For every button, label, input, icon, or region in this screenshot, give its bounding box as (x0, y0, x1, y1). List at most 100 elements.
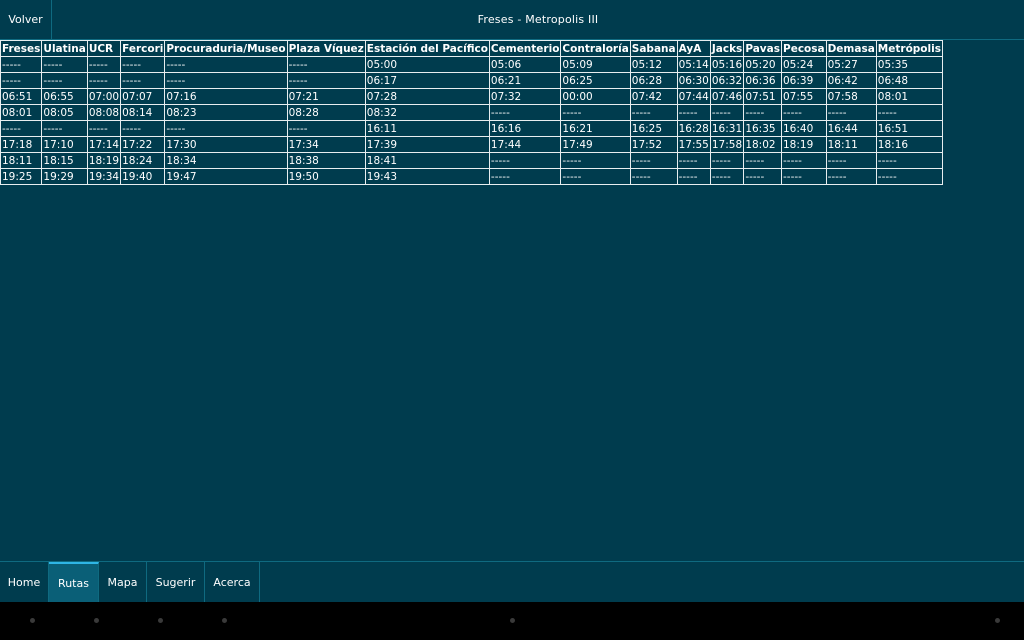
system-dot-icon (94, 618, 99, 623)
table-cell: ----- (629, 168, 678, 185)
table-cell: ----- (286, 120, 366, 137)
table-cell: ----- (120, 120, 166, 137)
table-cell: ----- (676, 168, 711, 185)
table-cell: 07:16 (164, 88, 288, 105)
table-cell: 16:44 (825, 120, 877, 137)
table-cell: 06:55 (41, 88, 88, 105)
tab-acerca[interactable]: Acerca (205, 562, 260, 602)
table-cell: 06:32 (709, 72, 745, 89)
table-cell: 07:44 (676, 88, 711, 105)
table-cell: 16:28 (676, 120, 711, 137)
table-cell: ----- (0, 72, 43, 89)
table-cell: 17:52 (629, 136, 678, 153)
table-cell: 06:28 (629, 72, 678, 89)
table-cell: 05:24 (781, 56, 827, 73)
table-cell: ----- (488, 152, 562, 169)
column-header: AyA (676, 40, 711, 57)
table-cell: 17:39 (364, 136, 490, 153)
table-cell: ----- (676, 152, 711, 169)
table-cell: 07:28 (364, 88, 490, 105)
table-row: 08:01 08:05 08:08 08:14 08:23 08:28 08:32 -----… (0, 104, 943, 121)
table-cell: ----- (743, 152, 782, 169)
table-cell: ----- (86, 120, 122, 137)
table-cell: 17:22 (120, 136, 166, 153)
table-cell: 06:39 (781, 72, 827, 89)
table-cell: 19:50 (286, 168, 366, 185)
system-navigation-bar (0, 602, 1024, 640)
system-dot-icon (158, 618, 163, 623)
table-cell: ----- (488, 168, 562, 185)
column-header: Contraloría (560, 40, 631, 57)
table-cell: 05:16 (709, 56, 745, 73)
table-cell: ----- (0, 120, 43, 137)
table-cell: 06:36 (743, 72, 782, 89)
table-cell: 05:12 (629, 56, 678, 73)
table-cell: 07:55 (781, 88, 827, 105)
table-cell: 00:00 (560, 88, 631, 105)
table-cell: ----- (709, 168, 745, 185)
table-cell: 07:32 (488, 88, 562, 105)
table-cell: 18:15 (41, 152, 88, 169)
back-button[interactable]: Volver (0, 0, 52, 39)
table-cell: ----- (743, 104, 782, 121)
table-cell: ----- (488, 104, 562, 121)
column-header: Freses (0, 40, 43, 57)
table-cell: 18:16 (875, 136, 943, 153)
table-cell: 06:21 (488, 72, 562, 89)
tab-home[interactable]: Home (0, 562, 49, 602)
table-cell: 05:06 (488, 56, 562, 73)
system-dot-icon (30, 618, 35, 623)
table-cell: ----- (629, 104, 678, 121)
table-cell: ----- (164, 120, 288, 137)
table-cell: 08:01 (875, 88, 943, 105)
table-cell: ----- (676, 104, 711, 121)
table-cell: 18:24 (120, 152, 166, 169)
table-cell: 18:11 (0, 152, 43, 169)
table-cell: 08:14 (120, 104, 166, 121)
table-cell: 07:42 (629, 88, 678, 105)
table-cell: 16:51 (875, 120, 943, 137)
table-cell: 16:35 (743, 120, 782, 137)
system-dot-icon (510, 618, 515, 623)
table-cell: 16:21 (560, 120, 631, 137)
column-header: Sabana (629, 40, 678, 57)
top-bar: Volver Freses - Metropolis III (0, 0, 1024, 40)
table-cell: ----- (875, 104, 943, 121)
column-header: Jacks (709, 40, 745, 57)
table-row: 06:51 06:55 07:00 07:07 07:16 07:21 07:28 07:32… (0, 88, 943, 105)
table-cell: 08:08 (86, 104, 122, 121)
tab-sugerir[interactable]: Sugerir (147, 562, 205, 602)
table-cell: 05:09 (560, 56, 631, 73)
table-cell: 16:11 (364, 120, 490, 137)
bottom-navigation: Home Rutas Mapa Sugerir Acerca (0, 561, 1024, 602)
table-cell: 17:55 (676, 136, 711, 153)
table-row: ----- ----- ----- ----- ----- ----- 16:11 16:16… (0, 120, 943, 137)
table-cell: ----- (709, 104, 745, 121)
column-header: Demasa (825, 40, 877, 57)
table-header-row: Freses Ulatina UCR Fercori Procuraduria/Muse… (0, 40, 943, 57)
table-cell: ----- (629, 152, 678, 169)
page-title: Freses - Metropolis III (477, 13, 599, 26)
table-cell: 07:07 (120, 88, 166, 105)
column-header: Pavas (743, 40, 782, 57)
table-cell: 07:46 (709, 88, 745, 105)
table-cell: 06:48 (875, 72, 943, 89)
table-cell: 18:02 (743, 136, 782, 153)
system-dot-icon (995, 618, 1000, 623)
table-cell: 07:58 (825, 88, 877, 105)
table-cell: ----- (41, 120, 88, 137)
table-cell: ----- (120, 72, 166, 89)
table-cell: 05:35 (875, 56, 943, 73)
tab-mapa[interactable]: Mapa (99, 562, 147, 602)
column-header: Pecosa (781, 40, 827, 57)
table-cell: ----- (743, 168, 782, 185)
table-cell: 08:28 (286, 104, 366, 121)
table-cell: 17:10 (41, 136, 88, 153)
table-cell: 06:30 (676, 72, 711, 89)
table-cell: 06:42 (825, 72, 877, 89)
table-cell: 18:41 (364, 152, 490, 169)
table-cell: 18:38 (286, 152, 366, 169)
tab-rutas[interactable]: Rutas (49, 562, 99, 602)
column-header: UCR (86, 40, 122, 57)
table-cell: 16:40 (781, 120, 827, 137)
